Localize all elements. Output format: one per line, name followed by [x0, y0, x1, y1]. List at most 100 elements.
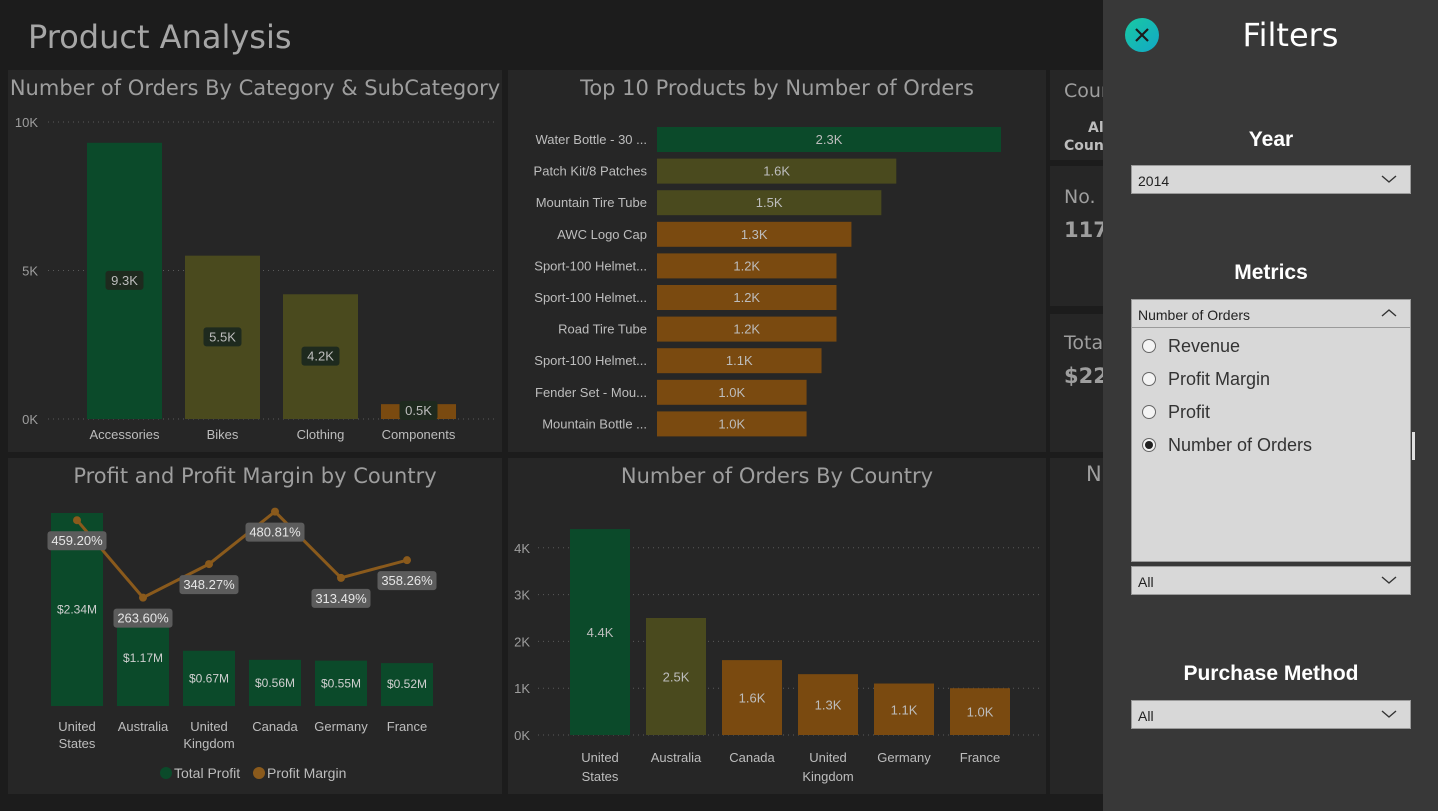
data-label: 1.2K — [733, 322, 760, 337]
bar-data-label: $0.55M — [321, 676, 361, 690]
y-tick-label: 10K — [15, 115, 38, 130]
line-data-label: 358.26% — [381, 573, 433, 588]
metric-option-label: Number of Orders — [1168, 434, 1313, 455]
data-label: 1.6K — [739, 691, 766, 706]
bar-data-label: $2.34M — [57, 603, 97, 617]
scroll-handle[interactable] — [1412, 432, 1415, 460]
orders-kpi-card: No. 117 — [1050, 166, 1110, 306]
data-label: 0.5K — [405, 403, 432, 418]
metric-option-profit[interactable]: Profit — [1142, 400, 1210, 424]
purchase-method-label: Purchase Method — [1183, 662, 1359, 685]
filters-title: Filters — [1242, 16, 1339, 54]
y-tick-label: Sport-100 Helmet... — [534, 258, 647, 273]
y-tick-label: 0K — [22, 412, 38, 427]
x-tick-label: Canada — [729, 750, 775, 765]
x-tick-label: United — [809, 750, 847, 765]
country-dropdown-value: All — [1138, 574, 1154, 590]
orders-kpi-value: 117 — [1064, 218, 1108, 242]
profit-combo-chart: $2.34M United States $1.17M Australia $0.67M U… — [47, 507, 437, 781]
x-tick-label: Germany — [877, 750, 931, 765]
line-point — [403, 556, 411, 565]
line-data-label: 263.60% — [117, 611, 169, 626]
data-label: 1.2K — [733, 290, 760, 305]
metrics-options-list: Revenue Profit Margin Profit Number of O… — [1131, 328, 1411, 562]
x-tick-label: United — [581, 750, 619, 765]
y-tick-label: 1K — [514, 681, 530, 696]
y-tick-label: AWC Logo Cap — [557, 227, 647, 242]
legend-marker — [160, 767, 172, 779]
page-title: Product Analysis — [28, 18, 292, 56]
x-tick-label: Clothing — [297, 427, 345, 442]
countries-card: Cour All Count — [1050, 70, 1110, 160]
chevron-up-icon — [1381, 309, 1397, 317]
data-label: 2.5K — [663, 670, 690, 685]
x-tick-label: Kingdom — [802, 769, 853, 784]
country-dropdown[interactable]: All — [1131, 566, 1411, 595]
y-tick-label: 5K — [22, 264, 38, 279]
y-tick-label: Mountain Bottle ... — [542, 416, 647, 431]
metric-option-profit-margin[interactable]: Profit Margin — [1142, 367, 1270, 391]
y-tick-label: 2K — [514, 634, 530, 649]
year-dropdown[interactable]: 2014 — [1131, 165, 1411, 194]
x-tick-label: United — [190, 719, 228, 734]
total-kpi-title: Tota — [1064, 332, 1104, 354]
data-label: 2.3K — [816, 132, 843, 147]
y-tick-label: Fender Set - Mou... — [535, 385, 647, 400]
bottom-side-title: N — [1086, 462, 1102, 486]
legend-marker — [253, 767, 265, 779]
orders-kpi-title: No. — [1064, 186, 1096, 208]
top-products-card: Top 10 Products by Number of Orders Wate… — [508, 70, 1046, 452]
legend-label: Profit Margin — [267, 765, 346, 781]
close-filters-button[interactable] — [1125, 18, 1159, 52]
line-data-label: 459.20% — [51, 533, 103, 548]
line-data-label: 313.49% — [315, 591, 367, 606]
y-tick-label: Sport-100 Helmet... — [534, 290, 647, 305]
line-point — [205, 560, 213, 569]
y-tick-label: 0K — [514, 728, 530, 743]
metric-option-label: Profit — [1168, 401, 1211, 422]
category-bar-chart: 0K 5K 10K Accessories 9.3K Bikes 5.5K Clothing 4… — [15, 115, 496, 442]
metric-option-label: Revenue — [1168, 335, 1241, 356]
line-data-label: 480.81% — [249, 525, 301, 540]
data-label: 9.3K — [111, 273, 138, 288]
profit-margin-line — [75, 509, 408, 600]
category-chart-card: Number of Orders By Category & SubCatego… — [8, 70, 502, 452]
y-tick-label: Road Tire Tube — [558, 322, 647, 337]
bar-data-label: $1.17M — [123, 651, 163, 665]
profit-country-card: Profit and Profit Margin by Country $2.3… — [8, 458, 502, 794]
data-label: 5.5K — [209, 329, 236, 344]
metrics-dropdown[interactable]: Number of Orders — [1131, 299, 1411, 328]
filters-pane: Filters Year 2014 Metrics Number of Orde… — [1103, 0, 1438, 811]
data-label: 1.0K — [718, 416, 745, 431]
radio-icon — [1142, 339, 1156, 353]
metric-option-label: Profit Margin — [1168, 368, 1271, 389]
x-tick-label: France — [387, 719, 427, 734]
data-label: 1.1K — [726, 353, 753, 368]
bar-data-label: $0.56M — [255, 676, 295, 690]
purchase-method-dropdown[interactable]: All — [1131, 700, 1411, 729]
line-point — [337, 573, 345, 582]
x-tick-label: Australia — [651, 750, 702, 765]
chevron-down-icon — [1381, 710, 1397, 718]
data-label: 4.2K — [307, 349, 334, 364]
data-label: 1.0K — [967, 705, 994, 720]
top-products-bar-chart: Water Bottle - 30 ... 2.3K Patch Kit/8 Pat… — [534, 127, 1001, 437]
orders-country-card: Number of Orders By Country 0K 1K 2K 3K 4K 4.… — [508, 458, 1046, 794]
line-point — [271, 507, 279, 516]
bar-data-label: $0.67M — [189, 671, 229, 685]
data-label: 1.3K — [741, 227, 768, 242]
year-label: Year — [1248, 128, 1294, 151]
chevron-down-icon — [1381, 175, 1397, 183]
data-label: 1.2K — [733, 258, 760, 273]
purchase-method-dropdown-value: All — [1138, 708, 1154, 724]
y-tick-label: Sport-100 Helmet... — [534, 353, 647, 368]
x-tick-label: Canada — [252, 719, 298, 734]
x-tick-label: France — [960, 750, 1000, 765]
line-point — [139, 593, 147, 602]
metric-option-revenue[interactable]: Revenue — [1142, 334, 1240, 358]
y-tick-label: 4K — [514, 541, 530, 556]
chevron-down-icon — [1381, 576, 1397, 584]
x-tick-label: Germany — [314, 719, 368, 734]
x-tick-label: Accessories — [89, 427, 160, 442]
metric-option-number-of-orders[interactable]: Number of Orders — [1142, 433, 1312, 457]
